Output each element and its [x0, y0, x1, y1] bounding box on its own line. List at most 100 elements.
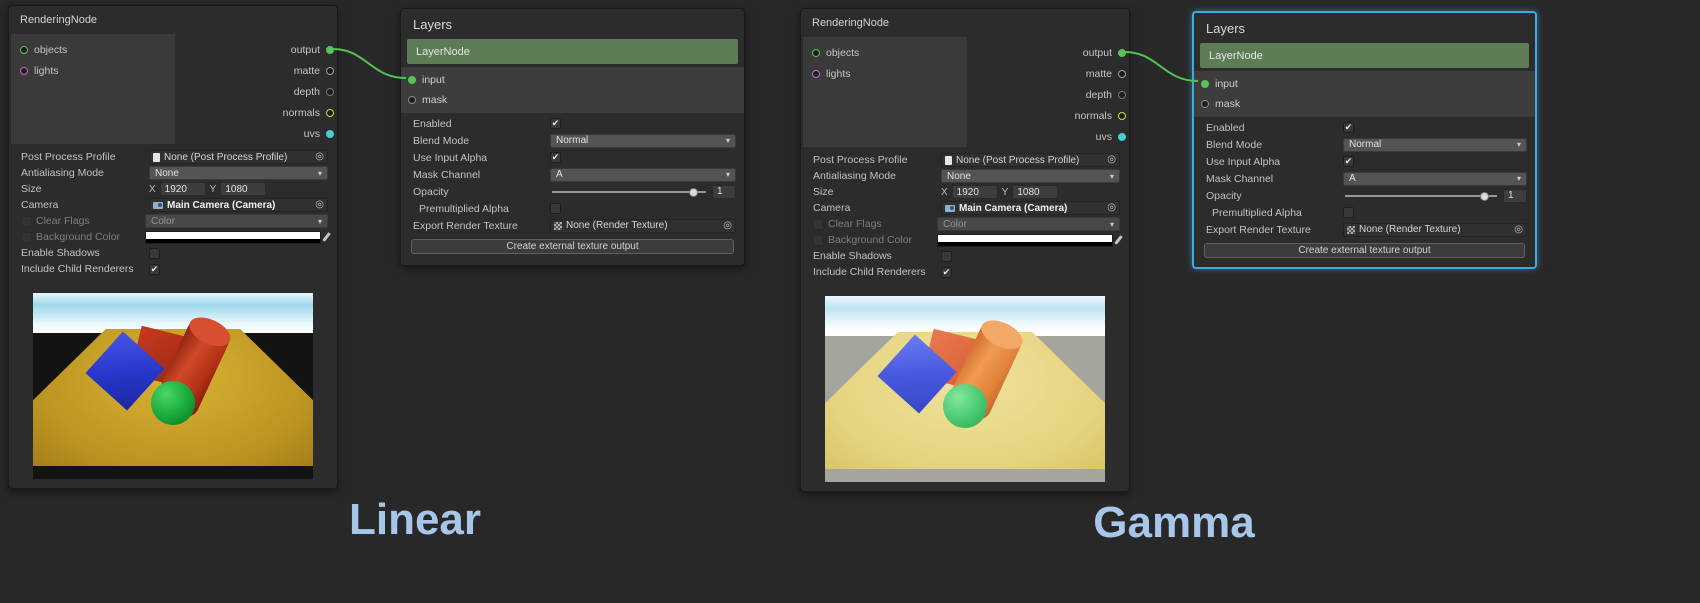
input-ports-box: objects lights	[11, 34, 175, 144]
wire-path[interactable]	[1125, 52, 1198, 81]
enable-shadows-checkbox[interactable]: ✔	[149, 248, 160, 259]
create-external-texture-button[interactable]: Create external texture output	[411, 239, 734, 254]
camera-icon	[945, 205, 955, 212]
port-dot-objects[interactable]	[20, 46, 28, 54]
include-child-renderers-label: Include Child Renderers	[21, 263, 145, 275]
object-picker-icon[interactable]: ◎	[315, 152, 324, 162]
port-dot-uvs[interactable]	[1118, 133, 1126, 141]
prop-row-size: Size X 1920 Y 1080	[801, 184, 1129, 200]
size-label: Size	[21, 183, 145, 195]
slider-handle[interactable]	[1480, 192, 1489, 201]
port-dot-mask[interactable]	[1201, 100, 1209, 108]
port-dot-output[interactable]	[1118, 49, 1126, 57]
size-y-field[interactable]: 1080	[1012, 185, 1058, 199]
port-label-depth: depth	[294, 86, 320, 98]
use-input-alpha-checkbox[interactable]: ✔	[1343, 156, 1354, 167]
blend-mode-label: Blend Mode	[413, 135, 546, 147]
layers-node[interactable]: Layers LayerNode input mask Enabled ✔ Bl…	[400, 8, 745, 266]
size-x-field[interactable]: 1920	[160, 182, 206, 196]
camera-field[interactable]: Main Camera (Camera) ◎	[149, 198, 328, 212]
port-dot-depth[interactable]	[326, 88, 334, 96]
port-row-depth: depth	[967, 84, 1129, 105]
background-color-field[interactable]	[145, 231, 321, 244]
size-y-value: 1080	[1017, 187, 1039, 198]
port-row-mask: mask	[1194, 94, 1535, 114]
camera-label: Camera	[813, 202, 937, 214]
size-y-value: 1080	[225, 184, 247, 195]
enabled-checkbox[interactable]: ✔	[550, 118, 561, 129]
export-render-texture-label: Export Render Texture	[413, 220, 546, 232]
use-input-alpha-checkbox[interactable]: ✔	[550, 152, 561, 163]
port-row-input: input	[401, 70, 744, 90]
object-picker-icon[interactable]: ◎	[1107, 203, 1116, 213]
port-dot-matte[interactable]	[1118, 70, 1126, 78]
opacity-value-field[interactable]: 1	[712, 185, 736, 199]
port-dot-matte[interactable]	[326, 67, 334, 75]
sky-gradient	[825, 296, 1105, 336]
prop-row-camera: Camera Main Camera (Camera) ◎	[9, 197, 337, 213]
port-row-uvs: uvs	[967, 126, 1129, 147]
output-ports-box: output matte depth normals uvs	[175, 34, 337, 144]
port-dot-lights[interactable]	[812, 70, 820, 78]
background-color-override-checkbox[interactable]: ✔	[21, 232, 32, 243]
port-dot-input[interactable]	[408, 76, 416, 84]
opacity-slider[interactable]	[550, 185, 708, 199]
rendering-node[interactable]: RenderingNode objects lights output m	[800, 8, 1130, 492]
eyedropper-icon[interactable]	[322, 232, 331, 242]
port-dot-input[interactable]	[1201, 80, 1209, 88]
port-dot-lights[interactable]	[20, 67, 28, 75]
include-child-renderers-checkbox[interactable]: ✔	[941, 267, 952, 278]
port-dot-depth[interactable]	[1118, 91, 1126, 99]
opacity-slider[interactable]	[1343, 189, 1499, 203]
port-label-input: input	[422, 74, 445, 86]
rendering-node[interactable]: RenderingNode objects lights output m	[8, 5, 338, 489]
eyedropper-icon[interactable]	[1114, 235, 1123, 245]
port-dot-mask[interactable]	[408, 96, 416, 104]
slider-handle[interactable]	[689, 188, 698, 197]
layer-node-header[interactable]: LayerNode	[407, 39, 738, 64]
premultiplied-alpha-checkbox[interactable]: ✔	[550, 203, 561, 214]
size-y-field[interactable]: 1080	[220, 182, 266, 196]
object-picker-icon[interactable]: ◎	[1514, 225, 1523, 235]
post-process-profile-field[interactable]: None (Post Process Profile) ◎	[941, 153, 1120, 167]
clear-flags-override-checkbox[interactable]: ✔	[21, 216, 32, 227]
background-color-override-checkbox[interactable]: ✔	[813, 235, 824, 246]
antialiasing-mode-dropdown[interactable]: None ▾	[149, 166, 328, 180]
enabled-label: Enabled	[1206, 122, 1339, 134]
port-dot-objects[interactable]	[812, 49, 820, 57]
object-picker-icon[interactable]: ◎	[723, 221, 732, 231]
blend-mode-dropdown[interactable]: Normal ▾	[550, 134, 736, 148]
clear-flags-override-checkbox[interactable]: ✔	[813, 219, 824, 230]
export-render-texture-field[interactable]: None (Render Texture) ◎	[550, 219, 736, 233]
port-dot-normals[interactable]	[326, 109, 334, 117]
object-picker-icon[interactable]: ◎	[1107, 155, 1116, 165]
layers-node[interactable]: Layers LayerNode input mask Enabled ✔ Bl…	[1192, 11, 1537, 269]
export-render-texture-field[interactable]: None (Render Texture) ◎	[1343, 223, 1527, 237]
post-process-profile-field[interactable]: None (Post Process Profile) ◎	[149, 150, 328, 164]
size-x-field[interactable]: 1920	[952, 185, 998, 199]
premultiplied-alpha-checkbox[interactable]: ✔	[1343, 207, 1354, 218]
layers-node-title: Layers	[1194, 13, 1535, 43]
graph-canvas: { "theme": { "background": "#282828", "w…	[0, 0, 1700, 600]
object-picker-icon[interactable]: ◎	[315, 200, 324, 210]
gamma-panel: RenderingNode objects lights output m	[792, 3, 1582, 603]
create-external-texture-button[interactable]: Create external texture output	[1204, 243, 1525, 258]
enabled-checkbox[interactable]: ✔	[1343, 122, 1354, 133]
chevron-down-icon: ▾	[726, 136, 730, 145]
blend-mode-dropdown[interactable]: Normal ▾	[1343, 138, 1527, 152]
port-dot-output[interactable]	[326, 46, 334, 54]
opacity-value-field[interactable]: 1	[1503, 189, 1527, 203]
enable-shadows-checkbox[interactable]: ✔	[941, 251, 952, 262]
prop-row-post-process-profile: Post Process Profile None (Post Process …	[9, 149, 337, 165]
mask-channel-dropdown[interactable]: A ▾	[1343, 172, 1527, 186]
camera-field[interactable]: Main Camera (Camera) ◎	[941, 201, 1120, 215]
antialiasing-mode-dropdown[interactable]: None ▾	[941, 169, 1120, 183]
mask-channel-dropdown[interactable]: A ▾	[550, 168, 736, 182]
port-dot-uvs[interactable]	[326, 130, 334, 138]
background-color-field[interactable]	[937, 234, 1113, 247]
wire-path[interactable]	[333, 49, 406, 78]
layer-node-header[interactable]: LayerNode	[1200, 43, 1529, 68]
include-child-renderers-checkbox[interactable]: ✔	[149, 264, 160, 275]
prop-row-opacity: Opacity 1	[1194, 187, 1535, 204]
port-dot-normals[interactable]	[1118, 112, 1126, 120]
